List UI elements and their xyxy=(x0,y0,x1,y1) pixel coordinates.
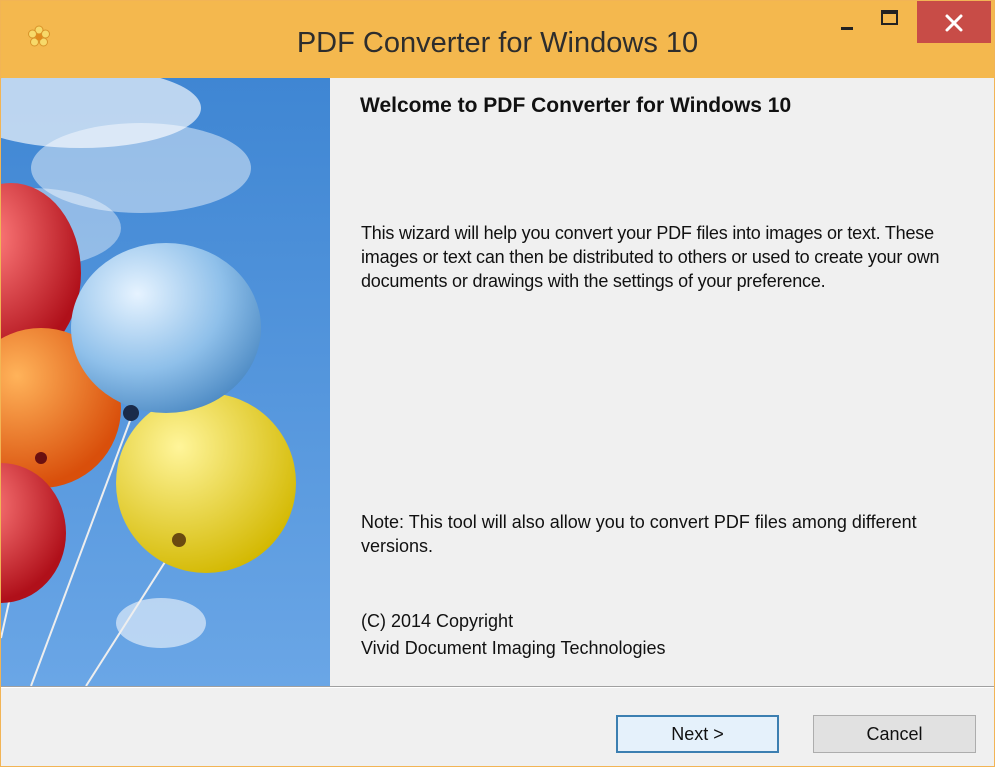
welcome-heading: Welcome to PDF Converter for Windows 10 xyxy=(360,94,792,117)
note-text: Note: This tool will also allow you to c… xyxy=(361,512,917,556)
copyright-text: (C) 2014 Copyright xyxy=(361,611,514,631)
close-button[interactable] xyxy=(917,1,991,43)
close-icon xyxy=(945,14,963,32)
cancel-button[interactable]: Cancel xyxy=(813,715,976,753)
minimize-icon xyxy=(841,27,853,30)
button-bar: Next > Cancel xyxy=(1,688,994,766)
wizard-window: PDF Converter for Windows 10 Welcome to … xyxy=(0,0,995,767)
company-text: Vivid Document Imaging Technologies xyxy=(361,638,666,658)
title-bar[interactable]: PDF Converter for Windows 10 xyxy=(1,1,994,78)
maximize-button[interactable] xyxy=(869,1,913,43)
wizard-client-area: Welcome to PDF Converter for Windows 10 … xyxy=(1,78,994,766)
intro-text: This wizard will help you convert your P… xyxy=(361,223,940,291)
maximize-icon xyxy=(881,10,898,25)
next-button[interactable]: Next > xyxy=(616,715,779,753)
welcome-panel: Welcome to PDF Converter for Windows 10 … xyxy=(330,78,994,686)
balloon-banner-image xyxy=(1,78,330,686)
minimize-button[interactable] xyxy=(827,1,867,43)
